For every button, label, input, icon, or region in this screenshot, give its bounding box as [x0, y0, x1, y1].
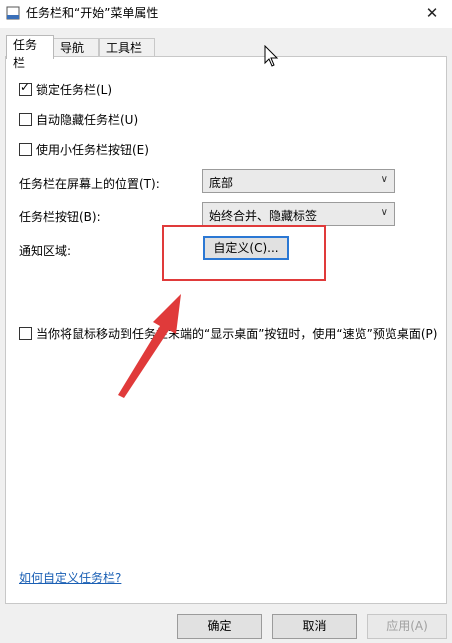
- apply-button[interactable]: 应用(A): [367, 614, 447, 639]
- tab-navigation[interactable]: 导航: [53, 38, 99, 57]
- notification-area-label: 通知区域:: [19, 244, 72, 258]
- lock-taskbar-label: 锁定任务栏(L): [36, 83, 113, 97]
- title-bar: 任务栏和“开始”菜单属性 ✕: [0, 0, 452, 28]
- peek-label: 当你将鼠标移动到任务栏末端的“显示桌面”按钮时，使用“速览”预览桌面(P): [36, 327, 438, 341]
- small-buttons-checkbox[interactable]: [19, 143, 32, 156]
- taskbar-buttons-label: 任务栏按钮(B):: [19, 210, 101, 224]
- lock-taskbar-checkbox[interactable]: [19, 80, 32, 96]
- tab-taskbar[interactable]: 任务栏: [6, 35, 54, 70]
- close-button[interactable]: ✕: [412, 0, 452, 26]
- taskbar-app-icon: [6, 6, 20, 20]
- auto-hide-checkbox[interactable]: [19, 113, 32, 126]
- chevron-down-icon: ∨: [380, 174, 388, 185]
- small-buttons-label: 使用小任务栏按钮(E): [36, 143, 149, 157]
- tab-toolbars[interactable]: 工具栏: [99, 38, 155, 57]
- taskbar-position-dropdown[interactable]: 底部 ∨: [202, 169, 395, 193]
- cancel-button[interactable]: 取消: [272, 614, 357, 639]
- taskbar-buttons-value: 始终合并、隐藏标签: [209, 209, 318, 223]
- auto-hide-label: 自动隐藏任务栏(U): [36, 113, 139, 127]
- taskbar-position-label: 任务栏在屏幕上的位置(T):: [19, 177, 160, 191]
- chevron-down-icon: ∨: [380, 207, 388, 218]
- help-link[interactable]: 如何自定义任务栏?: [19, 569, 121, 586]
- mouse-cursor-icon: [264, 45, 279, 67]
- taskbar-buttons-dropdown[interactable]: 始终合并、隐藏标签 ∨: [202, 202, 395, 226]
- highlight-box: [162, 225, 326, 281]
- taskbar-position-value: 底部: [209, 176, 234, 190]
- tab-bar: 任务栏 导航 工具栏: [0, 33, 452, 70]
- ok-button[interactable]: 确定: [177, 614, 262, 639]
- window-title: 任务栏和“开始”菜单属性: [26, 6, 159, 20]
- taskbar-settings-panel: 锁定任务栏(L) 自动隐藏任务栏(U) 使用小任务栏按钮(E) 任务栏在屏幕上的…: [5, 56, 447, 604]
- peek-checkbox[interactable]: [19, 327, 32, 340]
